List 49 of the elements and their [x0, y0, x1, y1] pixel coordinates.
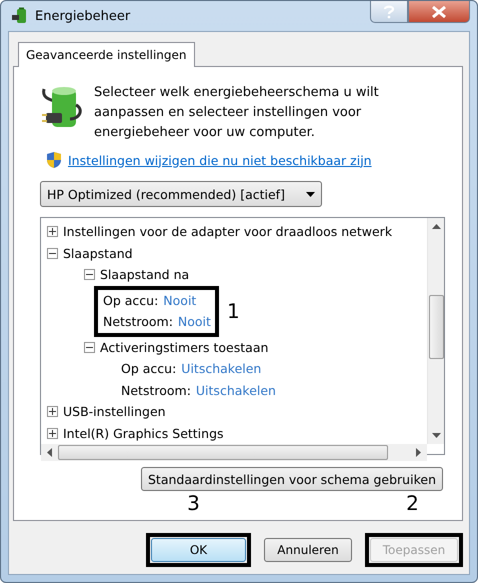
dialog-button[interactable]: OK: [151, 538, 246, 562]
window-title: Energiebeheer: [35, 8, 130, 24]
setting-value-link[interactable]: Uitschakelen: [196, 382, 276, 398]
plus-icon: [48, 407, 57, 416]
plus-icon: [48, 227, 57, 236]
vertical-scrollbar[interactable]: [427, 218, 444, 444]
dropdown-arrow-icon: [306, 192, 315, 196]
annotation-number: 1: [226, 299, 240, 323]
shield-icon: [46, 151, 62, 169]
tree-item[interactable]: Activeringstimers toestaan: [100, 340, 268, 355]
battery-plug-icon: [11, 7, 29, 25]
setting-label: Netstroom:: [103, 314, 173, 330]
scrollbar-thumb[interactable]: [428, 295, 444, 359]
tree-item[interactable]: USB-instellingen: [63, 404, 166, 420]
dialog-button[interactable]: Annuleren: [264, 538, 352, 562]
setting-label: Op accu:: [103, 292, 158, 308]
collapse-toggle[interactable]: [47, 248, 58, 259]
expand-toggle[interactable]: [47, 226, 58, 238]
collapse-toggle[interactable]: [84, 342, 95, 353]
close-button[interactable]: [408, 1, 470, 23]
setting-value-link[interactable]: Nooit: [178, 314, 211, 330]
tab[interactable]: Geavanceerde instellingen: [18, 42, 194, 67]
scroll-left-arrow-icon[interactable]: [47, 448, 52, 457]
scroll-right-arrow-icon[interactable]: [416, 448, 421, 457]
help-icon: [383, 4, 395, 18]
annotation-number: 2: [406, 491, 419, 515]
setting-label: Netstroom:: [121, 382, 191, 398]
restore-defaults-button[interactable]: Standaardinstellingen voor schema gebruiken: [140, 467, 443, 491]
tree-item[interactable]: Instellingen voor de adapter voor draadloos netwerk: [63, 224, 392, 240]
setting-value-link[interactable]: Nooit: [163, 292, 196, 308]
tree-item[interactable]: Slaapstand: [63, 246, 133, 261]
annotation-number: 3: [187, 491, 200, 515]
collapse-toggle[interactable]: [84, 269, 95, 280]
close-icon: [431, 6, 447, 18]
horizontal-scrollbar[interactable]: [41, 444, 427, 461]
setting-value-link[interactable]: Uitschakelen: [181, 361, 262, 376]
plus-icon: [48, 428, 57, 438]
expand-toggle[interactable]: [47, 406, 58, 418]
help-button[interactable]: [370, 1, 408, 23]
expand-toggle[interactable]: [47, 428, 58, 439]
description-text: Selecteer welk energiebeheerschema u wilt aanpassen en selecteer instellingen voor energiebeheer voor uw computer.: [94, 84, 380, 142]
tree-item[interactable]: Intel(R) Graphics Settings: [63, 426, 224, 441]
setting-label: Op accu:: [121, 361, 176, 376]
scroll-down-arrow-icon[interactable]: [432, 433, 440, 438]
scrollbar-thumb[interactable]: [58, 445, 388, 460]
tree-item[interactable]: Slaapstand na: [100, 267, 190, 282]
settings-link[interactable]: Instellingen wijzigen die nu niet beschikbaar zijn: [68, 152, 372, 168]
scroll-up-arrow-icon[interactable]: [432, 224, 440, 229]
plan-dropdown[interactable]: HP Optimized (recommended) [actief]: [40, 181, 322, 207]
